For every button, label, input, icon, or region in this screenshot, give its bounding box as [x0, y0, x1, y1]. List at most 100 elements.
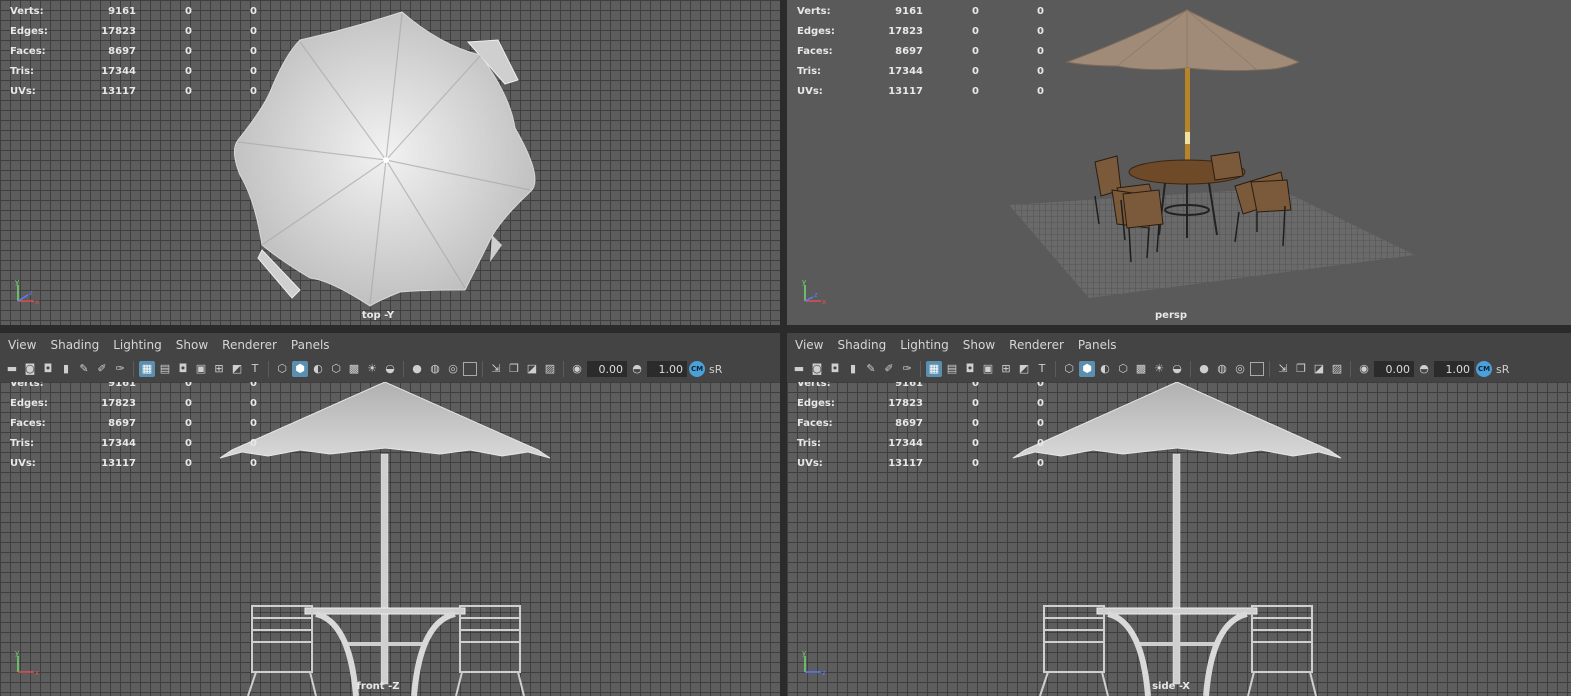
xray-joints-icon[interactable]: ❐ — [506, 361, 522, 377]
viewport-persp[interactable]: Verts: 9161 0 0 Edges: 17823 0 0 Faces: 8697 0 0 … — [787, 0, 1571, 325]
panel-menu-bar: View Shading Lighting Show Renderer Pane… — [787, 333, 1571, 356]
svg-text:y: y — [802, 649, 806, 657]
panel-toolbar-side: View Shading Lighting Show Renderer Pane… — [787, 333, 1571, 382]
resolution-gate-icon[interactable]: ◘ — [175, 361, 191, 377]
image-plane-icon[interactable]: ▮ — [58, 361, 74, 377]
lights-icon[interactable]: ◒ — [382, 361, 398, 377]
gamma-field[interactable]: 1.00 — [1434, 361, 1474, 377]
color-management-toggle[interactable]: CM — [1476, 361, 1492, 377]
xray-icon[interactable]: ▩ — [1133, 361, 1149, 377]
xray-joints-icon[interactable]: ❐ — [1293, 361, 1309, 377]
two-d-pan-icon[interactable]: ✎ — [863, 361, 879, 377]
xray-active-icon[interactable]: ◪ — [524, 361, 540, 377]
ambient-occlusion-icon[interactable]: ◍ — [427, 361, 443, 377]
safe-action-icon[interactable]: ◩ — [229, 361, 245, 377]
shadows-icon[interactable]: ● — [1196, 361, 1212, 377]
svg-text:y: y — [15, 649, 19, 657]
gate-mask-icon[interactable]: ▣ — [193, 361, 209, 377]
bookmarks-icon[interactable]: ◘ — [40, 361, 56, 377]
menu-panels[interactable]: Panels — [1078, 338, 1117, 352]
motion-blur-icon[interactable]: ◎ — [445, 361, 461, 377]
color-management-toggle[interactable]: CM — [689, 361, 705, 377]
viewport-divider-horizontal[interactable] — [0, 325, 1571, 333]
menu-view[interactable]: View — [8, 338, 36, 352]
viewport-side[interactable]: Verts: 9161 0 0 Edges: 17823 0 0 Faces: 8697 0 0 … — [787, 372, 1571, 696]
svg-text:y: y — [802, 278, 806, 286]
gamma-icon[interactable]: ◓ — [629, 361, 645, 377]
grease-pencil-eraser-icon[interactable]: ✑ — [112, 361, 128, 377]
xray-active-icon[interactable]: ◪ — [1311, 361, 1327, 377]
safe-title-icon[interactable]: T — [1034, 361, 1050, 377]
camera-attributes-icon[interactable]: ◙ — [22, 361, 38, 377]
two-d-pan-icon[interactable]: ✎ — [76, 361, 92, 377]
menu-panels[interactable]: Panels — [291, 338, 330, 352]
grease-pencil-eraser-icon[interactable]: ✑ — [899, 361, 915, 377]
menu-renderer[interactable]: Renderer — [1009, 338, 1064, 352]
motion-blur-icon[interactable]: ◎ — [1232, 361, 1248, 377]
exposure-field[interactable]: 0.00 — [587, 361, 627, 377]
antialiasing-icon[interactable] — [1250, 362, 1264, 376]
ambient-occlusion-icon[interactable]: ◍ — [1214, 361, 1230, 377]
film-gate-icon[interactable]: ▤ — [157, 361, 173, 377]
view-transform-label[interactable]: sR — [1496, 363, 1509, 376]
default-material-icon[interactable]: ◐ — [310, 361, 326, 377]
textured-icon[interactable]: ☀ — [1151, 361, 1167, 377]
axis-gizmo: y x z — [15, 278, 39, 306]
select-camera-icon[interactable]: ▬ — [791, 361, 807, 377]
safe-title-icon[interactable]: T — [247, 361, 263, 377]
wireframe-on-shaded-icon[interactable]: ⬡ — [1115, 361, 1131, 377]
smooth-shade-icon[interactable]: ⬢ — [1079, 361, 1095, 377]
isolate-select-icon[interactable]: ⇲ — [1275, 361, 1291, 377]
wireframe-on-shaded-icon[interactable]: ⬡ — [328, 361, 344, 377]
panel-menu-bar: View Shading Lighting Show Renderer Pane… — [0, 333, 780, 356]
wireframe-icon[interactable]: ⬡ — [1061, 361, 1077, 377]
backface-icon[interactable]: ▨ — [542, 361, 558, 377]
shadows-icon[interactable]: ● — [409, 361, 425, 377]
camera-label: top -Y — [361, 310, 395, 321]
antialiasing-icon[interactable] — [463, 362, 477, 376]
gamma-field[interactable]: 1.00 — [647, 361, 687, 377]
grease-pencil-icon[interactable]: ✐ — [881, 361, 897, 377]
backface-icon[interactable]: ▨ — [1329, 361, 1345, 377]
bookmarks-icon[interactable]: ◘ — [827, 361, 843, 377]
menu-lighting[interactable]: Lighting — [113, 338, 162, 352]
exposure-field[interactable]: 0.00 — [1374, 361, 1414, 377]
camera-label: front -Z — [356, 681, 400, 692]
viewport-front[interactable]: Verts: 9161 0 0 Edges: 17823 0 0 Faces: 8697 0 0 … — [0, 372, 780, 696]
exposure-icon[interactable]: ◉ — [1356, 361, 1372, 377]
smooth-shade-icon[interactable]: ⬢ — [292, 361, 308, 377]
wireframe-icon[interactable]: ⬡ — [274, 361, 290, 377]
poly-count-hud: Verts: 9161 0 0 Edges: 17823 0 0 Faces: 8697 0 0 … — [797, 378, 1044, 469]
select-camera-icon[interactable]: ▬ — [4, 361, 20, 377]
view-transform-label[interactable]: sR — [709, 363, 722, 376]
safe-action-icon[interactable]: ◩ — [1016, 361, 1032, 377]
grid-icon[interactable]: ▦ — [139, 361, 155, 377]
menu-view[interactable]: View — [795, 338, 823, 352]
menu-show[interactable]: Show — [963, 338, 995, 352]
viewport-top[interactable]: Verts: 9161 0 0 Edges: 17823 0 0 Faces: 8697 0 0 … — [0, 0, 780, 325]
film-gate-icon[interactable]: ▤ — [944, 361, 960, 377]
gamma-icon[interactable]: ◓ — [1416, 361, 1432, 377]
menu-shading[interactable]: Shading — [50, 338, 99, 352]
menu-shading[interactable]: Shading — [837, 338, 886, 352]
menu-lighting[interactable]: Lighting — [900, 338, 949, 352]
default-material-icon[interactable]: ◐ — [1097, 361, 1113, 377]
grid-icon[interactable]: ▦ — [926, 361, 942, 377]
field-chart-icon[interactable]: ⊞ — [998, 361, 1014, 377]
camera-attributes-icon[interactable]: ◙ — [809, 361, 825, 377]
viewport-divider-vertical[interactable] — [780, 0, 787, 696]
exposure-icon[interactable]: ◉ — [569, 361, 585, 377]
field-chart-icon[interactable]: ⊞ — [211, 361, 227, 377]
textured-icon[interactable]: ☀ — [364, 361, 380, 377]
image-plane-icon[interactable]: ▮ — [845, 361, 861, 377]
lights-icon[interactable]: ◒ — [1169, 361, 1185, 377]
gate-mask-icon[interactable]: ▣ — [980, 361, 996, 377]
resolution-gate-icon[interactable]: ◘ — [962, 361, 978, 377]
axis-gizmo: y x z — [802, 278, 826, 306]
menu-renderer[interactable]: Renderer — [222, 338, 277, 352]
axis-gizmo: y x — [15, 649, 39, 677]
xray-icon[interactable]: ▩ — [346, 361, 362, 377]
menu-show[interactable]: Show — [176, 338, 208, 352]
grease-pencil-icon[interactable]: ✐ — [94, 361, 110, 377]
isolate-select-icon[interactable]: ⇲ — [488, 361, 504, 377]
